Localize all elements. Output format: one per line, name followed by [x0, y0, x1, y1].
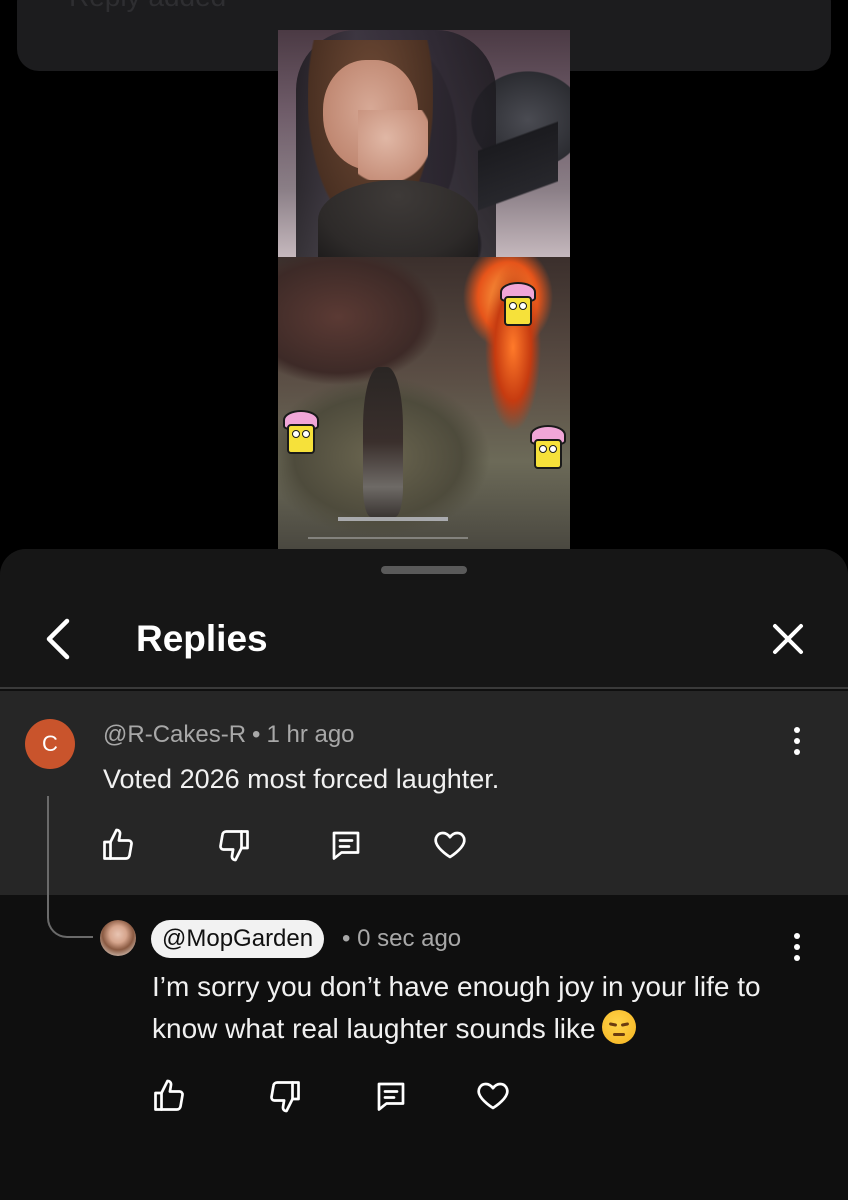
comment-time: 1 hr ago [266, 721, 355, 748]
gameplay-feed [278, 257, 570, 549]
more-vertical-icon [794, 933, 800, 939]
dislike-button[interactable] [214, 825, 254, 865]
more-options-button[interactable] [787, 927, 807, 967]
separator-dot: • [342, 925, 351, 952]
more-vertical-icon [794, 727, 800, 733]
heart-icon [477, 1082, 509, 1110]
back-button[interactable] [30, 611, 86, 667]
page-title: Replies [136, 618, 268, 659]
reply-meta: • 0 sec ago [342, 922, 461, 956]
comment-icon [332, 831, 360, 860]
heart-icon [434, 831, 466, 859]
comment-author[interactable]: @R-Cakes-R [103, 721, 246, 748]
comment-icon [377, 1082, 405, 1111]
close-button[interactable] [760, 611, 816, 667]
drag-handle[interactable] [381, 566, 467, 574]
like-button[interactable] [98, 825, 138, 865]
reply-author-chip[interactable]: @MopGarden [151, 920, 325, 958]
thread-line [47, 796, 93, 938]
comment-meta: @R-Cakes-R • 1 hr ago [103, 719, 355, 751]
reply-time: 0 sec ago [357, 925, 462, 952]
thumbs-down-icon [270, 1081, 300, 1113]
separator-dot: • [252, 721, 261, 748]
video-player[interactable] [278, 30, 570, 549]
reply-text-content: I’m sorry you don’t have enough joy in y… [152, 971, 761, 1044]
thumbs-up-icon [103, 828, 133, 860]
avatar[interactable]: C [25, 719, 75, 769]
pensive-face-emoji [601, 1010, 636, 1044]
heart-button[interactable] [430, 825, 470, 865]
parent-comment: C @R-Cakes-R • 1 hr ago Voted 2026 most fo… [0, 691, 848, 895]
thumbs-up-icon [154, 1079, 184, 1111]
reply-button[interactable] [326, 825, 366, 865]
sticker-image [528, 425, 568, 475]
sticker-image [281, 410, 321, 460]
comment-actions [98, 825, 470, 865]
thumbs-down-icon [219, 830, 249, 862]
chevron-left-icon [46, 618, 70, 660]
dislike-button[interactable] [265, 1076, 305, 1116]
like-button[interactable] [149, 1076, 189, 1116]
avatar[interactable] [100, 920, 136, 956]
heart-button[interactable] [473, 1076, 513, 1116]
webcam-feed [278, 30, 570, 260]
close-icon [773, 624, 803, 654]
sticker-image [498, 282, 538, 332]
reply-button[interactable] [371, 1076, 411, 1116]
reply-actions [149, 1076, 513, 1116]
more-options-button[interactable] [787, 721, 807, 761]
toast-text: Reply added [69, 0, 226, 14]
sheet-header: Replies [0, 589, 848, 689]
reply-text: I’m sorry you don’t have enough joy in y… [152, 966, 812, 1050]
comment-text: Voted 2026 most forced laughter. [103, 764, 500, 794]
